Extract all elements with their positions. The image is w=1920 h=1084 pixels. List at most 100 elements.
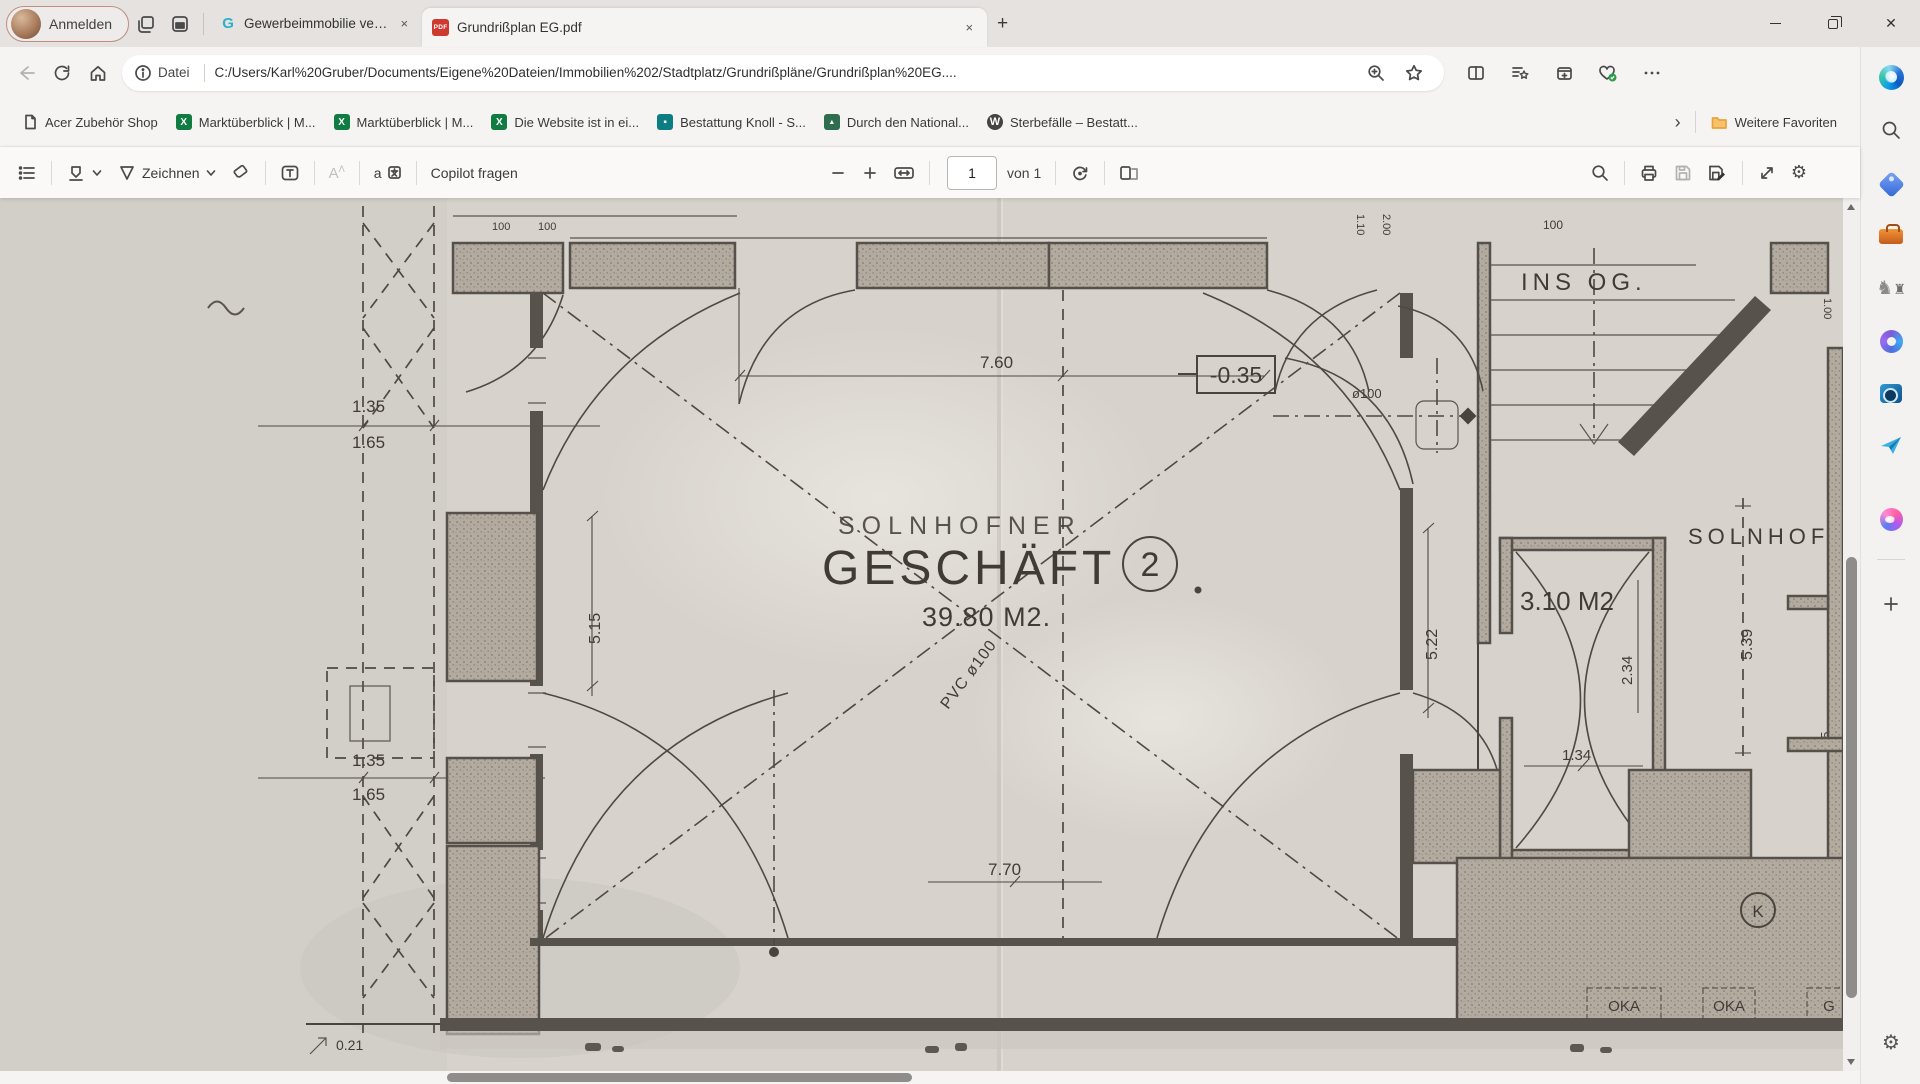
bookmark-website[interactable]: Die Website ist in ei...: [482, 108, 648, 136]
zoom-out-button[interactable]: [822, 158, 854, 188]
favorites-list-icon[interactable]: [1502, 55, 1538, 91]
bookmark-nationalpark[interactable]: Durch den National...: [815, 108, 978, 136]
bookmark-acer[interactable]: Acer Zubehör Shop: [14, 108, 167, 136]
wordpress-icon: [987, 114, 1003, 130]
zoom-page-icon[interactable]: [1358, 55, 1394, 91]
dim-top-width: 7.60: [980, 353, 1013, 372]
sidebar-settings-button[interactable]: ⚙: [1874, 1025, 1908, 1059]
page-icon: [23, 114, 38, 130]
draw-button[interactable]: Zeichnen: [110, 157, 224, 189]
tab1-close-icon[interactable]: ×: [396, 15, 412, 32]
ask-copilot-label: Copilot fragen: [431, 165, 518, 181]
read-aloud-button[interactable]: Aᐱ: [322, 158, 352, 188]
draw-label: Zeichnen: [142, 165, 200, 181]
vertical-scrollbar[interactable]: [1843, 198, 1860, 1071]
translate-button[interactable]: a: [367, 159, 409, 187]
close-button[interactable]: ✕: [1862, 0, 1920, 47]
refresh-icon[interactable]: [44, 55, 80, 91]
highlighter-button[interactable]: [59, 157, 110, 189]
pdf-toolbar-right: ⚙: [1583, 156, 1814, 189]
toolbar-separator: [1624, 161, 1625, 185]
bookmark-marktueberblick-2[interactable]: Marktüberblick | M...: [325, 108, 483, 136]
pen-icon: [117, 163, 137, 183]
drop-sidebar-button[interactable]: [1874, 428, 1908, 462]
back-icon[interactable]: [8, 55, 44, 91]
workspaces-icon[interactable]: [129, 7, 163, 41]
bookmarks-overflow-icon[interactable]: ›: [1667, 112, 1689, 133]
browser-essentials-icon[interactable]: [1590, 55, 1626, 91]
mark-oka2: OKA: [1713, 998, 1745, 1015]
split-screen-icon[interactable]: [1458, 55, 1494, 91]
outlook-sidebar-button[interactable]: [1874, 376, 1908, 410]
toc-button[interactable]: [10, 157, 44, 189]
restore-button[interactable]: [1804, 0, 1862, 47]
settings-dots-icon[interactable]: [1634, 55, 1670, 91]
room-label: GESCHÄFT: [822, 542, 1115, 595]
tab-gewerbeimmobilie[interactable]: G Gewerbeimmobilie vermieten - ... ×: [210, 7, 422, 41]
page-number-input[interactable]: 1: [947, 156, 997, 190]
bookmark-label: Sterbefälle – Bestatt...: [1010, 115, 1138, 130]
horizontal-scrollbar[interactable]: [0, 1071, 1860, 1084]
vertical-scroll-thumb[interactable]: [1846, 557, 1857, 998]
designer-sidebar-button[interactable]: [1874, 502, 1908, 536]
other-favorites-button[interactable]: Weitere Favoriten: [1702, 109, 1846, 136]
browser-titlebar: Anmelden G Gewerbeimmobilie vermieten - …: [0, 0, 1920, 47]
customize-sidebar-button[interactable]: [1874, 587, 1908, 621]
favorite-star-icon[interactable]: [1396, 55, 1432, 91]
page-controls: 1 von 1: [822, 156, 1146, 190]
add-text-button[interactable]: [273, 157, 307, 189]
search-document-button[interactable]: [1583, 157, 1617, 189]
tools-sidebar-button[interactable]: [1874, 219, 1908, 253]
floorplan-drawing[interactable]: .w{fill:url(#stip);stroke:#55504a;stroke…: [0, 198, 1843, 1071]
toolbar-separator: [929, 161, 930, 185]
scroll-down-icon[interactable]: [1847, 1059, 1855, 1065]
shopping-sidebar-button[interactable]: [1874, 167, 1908, 201]
site-icon: [657, 114, 673, 130]
games-sidebar-button[interactable]: ♞♜: [1874, 271, 1908, 305]
horizontal-scroll-thumb[interactable]: [447, 1073, 912, 1082]
address-bar[interactable]: Datei C:/Users/Karl%20Gruber/Documents/E…: [122, 55, 1444, 91]
rotate-button[interactable]: [1063, 157, 1097, 189]
profile-avatar[interactable]: [11, 9, 41, 39]
print-button[interactable]: [1632, 157, 1666, 189]
tab-grundrissplan[interactable]: PDF Grundrißplan EG.pdf ×: [422, 8, 987, 47]
minimize-button[interactable]: [1746, 0, 1804, 47]
dim-tiny-top-b: 100: [538, 221, 556, 233]
bookmark-bestattung-knoll[interactable]: Bestattung Knoll - S...: [648, 108, 815, 136]
address-url[interactable]: C:/Users/Karl%20Gruber/Documents/Eigene%…: [215, 65, 1358, 80]
scroll-up-icon[interactable]: [1847, 204, 1855, 210]
dim-corridor-depth: 5.39: [1739, 629, 1756, 660]
file-scheme-label: Datei: [158, 65, 190, 80]
fit-width-button[interactable]: [886, 158, 922, 188]
fullscreen-button[interactable]: [1750, 157, 1784, 189]
signin-button[interactable]: Anmelden: [6, 6, 129, 42]
m365-sidebar-button[interactable]: [1874, 324, 1908, 358]
tab2-close-icon[interactable]: ×: [961, 19, 977, 36]
new-tab-button[interactable]: +: [987, 11, 1018, 37]
browser-action-icons: [1458, 55, 1670, 91]
zoom-in-button[interactable]: [854, 158, 886, 188]
page-view-button[interactable]: [1112, 158, 1146, 188]
save-as-button[interactable]: [1700, 157, 1735, 189]
vertical-tabs-icon[interactable]: [163, 7, 197, 41]
eraser-button[interactable]: [224, 157, 258, 189]
bookmark-marktueberblick-1[interactable]: Marktüberblick | M...: [167, 108, 325, 136]
side-room-area: 3.10 M2: [1520, 586, 1614, 616]
ask-copilot-button[interactable]: Copilot fragen: [424, 159, 525, 187]
bookmark-label: Marktüberblick | M...: [357, 115, 474, 130]
toolbar-separator: [51, 161, 52, 185]
sidebar-search-button[interactable]: [1874, 113, 1908, 147]
chess-icon: ♞♜: [1876, 277, 1906, 299]
copilot-sidebar-button[interactable]: [1874, 60, 1908, 94]
bookmarks-divider: [1695, 111, 1696, 133]
paper-plane-icon: [1879, 434, 1903, 456]
bookmark-sterbefaelle[interactable]: Sterbefälle – Bestatt...: [978, 108, 1147, 136]
save-button[interactable]: [1666, 157, 1700, 189]
fixture-label: ø100: [1352, 386, 1382, 401]
brand-label: SOLNHOFNER: [838, 512, 1082, 540]
home-icon[interactable]: [80, 55, 116, 91]
tab1-favicon: G: [220, 15, 236, 32]
dim-left-lower-b: 1.65: [352, 785, 385, 804]
collections-icon[interactable]: [1546, 55, 1582, 91]
pdf-settings-button[interactable]: ⚙: [1784, 156, 1814, 189]
